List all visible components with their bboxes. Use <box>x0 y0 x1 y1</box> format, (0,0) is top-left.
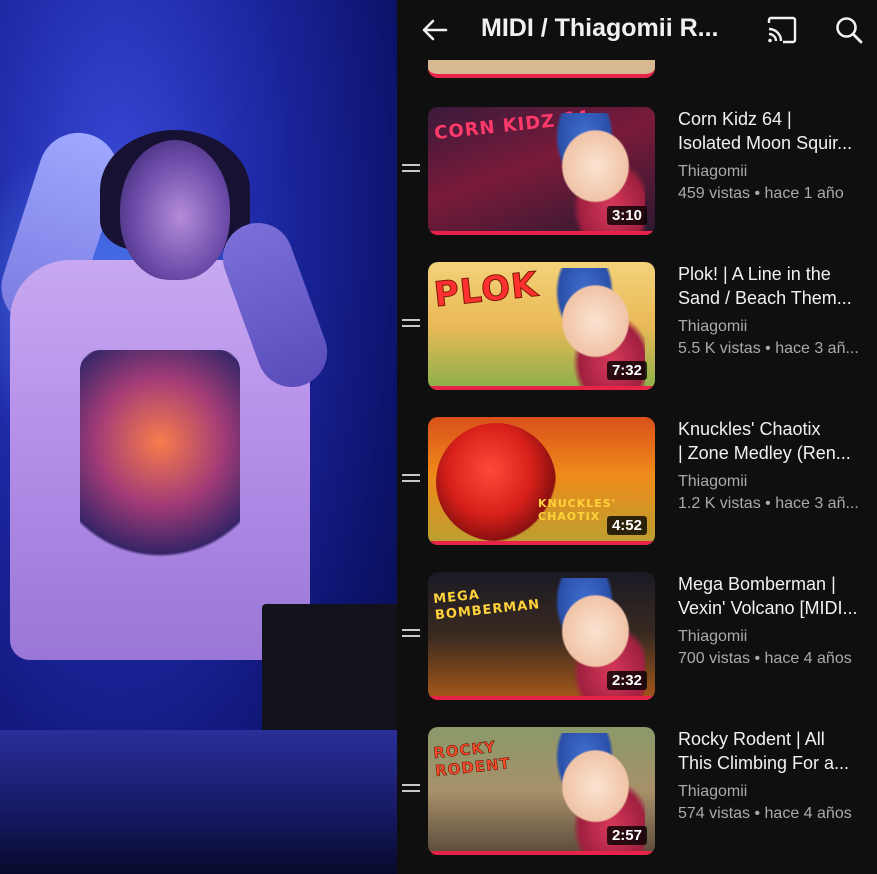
video-title-line1: Rocky Rodent | All <box>678 729 825 749</box>
playlist-panel: MIDI / Thiagomii R... CORN KIDZ 64 3:10 <box>397 0 877 874</box>
video-thumbnail[interactable]: CORN KIDZ 64 3:10 <box>428 107 655 235</box>
video-thumbnail[interactable]: KNUCKLES' CHAOTIX 4:52 <box>428 417 655 545</box>
thumbnail-character-knuckles <box>436 423 556 541</box>
channel-name: Thiagomii <box>678 628 748 645</box>
video-duration: 7:32 <box>606 361 647 380</box>
playlist-item[interactable]: KNUCKLES' CHAOTIX 4:52 Knuckles' Chaotix… <box>397 417 877 547</box>
channel-name: Thiagomii <box>678 783 748 800</box>
video-thumbnail[interactable]: MEGA BOMBERMAN 2:32 <box>428 572 655 700</box>
video-title[interactable]: Knuckles' Chaotix | Zone Medley (Ren... <box>678 417 873 465</box>
video-meta: 574 vistas • hace 4 años <box>678 805 852 822</box>
playlist-title: MIDI / Thiagomii R... <box>481 14 719 42</box>
video-title-line2: Isolated Moon Squir... <box>678 133 853 153</box>
performer-photo <box>0 0 397 874</box>
video-title-line2: | Zone Medley (Ren... <box>678 443 851 463</box>
progress-bar <box>428 541 655 545</box>
search-button[interactable] <box>831 12 867 48</box>
video-title-line1: Corn Kidz 64 | <box>678 109 792 129</box>
video-meta: 5.5 K vistas • hace 3 añ... <box>678 340 859 357</box>
video-title-line1: Knuckles' Chaotix <box>678 419 821 439</box>
video-title[interactable]: Corn Kidz 64 | Isolated Moon Squir... <box>678 107 873 155</box>
drag-handle-icon[interactable] <box>402 474 420 488</box>
drag-handle-icon[interactable] <box>402 784 420 798</box>
video-title[interactable]: Mega Bomberman | Vexin' Volcano [MIDI... <box>678 572 873 620</box>
playlist-item[interactable]: ROCKY RODENT 2:57 Rocky Rodent | All Thi… <box>397 727 877 857</box>
video-info: Plok! | A Line in the Sand / Beach Them.… <box>678 262 873 360</box>
playlist-item[interactable]: MEGA BOMBERMAN 2:32 Mega Bomberman | Vex… <box>397 572 877 702</box>
playlist-item[interactable]: CORN KIDZ 64 3:10 Corn Kidz 64 | Isolate… <box>397 107 877 237</box>
video-meta: 700 vistas • hace 4 años <box>678 650 852 667</box>
search-icon <box>836 17 863 44</box>
channel-name: Thiagomii <box>678 473 748 490</box>
video-title[interactable]: Plok! | A Line in the Sand / Beach Them.… <box>678 262 873 310</box>
video-thumbnail[interactable]: PLOK 7:32 <box>428 262 655 390</box>
channel-name: Thiagomii <box>678 163 748 180</box>
progress-bar <box>428 231 655 235</box>
video-duration: 3:10 <box>606 206 647 225</box>
drag-handle-icon[interactable] <box>402 629 420 643</box>
video-title-line1: Plok! | A Line in the <box>678 264 831 284</box>
drag-handle-icon[interactable] <box>402 319 420 333</box>
video-meta: 1.2 K vistas • hace 3 añ... <box>678 495 859 512</box>
video-meta: 459 vistas • hace 1 año <box>678 185 844 202</box>
playlist-item[interactable]: PLOK 7:32 Plok! | A Line in the Sand / B… <box>397 262 877 392</box>
top-app-bar: MIDI / Thiagomii R... <box>397 0 877 60</box>
video-info: Rocky Rodent | All This Climbing For a..… <box>678 727 873 825</box>
back-button[interactable] <box>417 12 453 48</box>
video-info: Corn Kidz 64 | Isolated Moon Squir... Th… <box>678 107 873 205</box>
video-title-line2: Vexin' Volcano [MIDI... <box>678 598 858 618</box>
video-info: Mega Bomberman | Vexin' Volcano [MIDI...… <box>678 572 873 670</box>
video-title-line1: Mega Bomberman | <box>678 574 836 594</box>
video-duration: 4:52 <box>606 516 647 535</box>
arrow-left-icon <box>422 19 448 41</box>
video-title[interactable]: Rocky Rodent | All This Climbing For a..… <box>678 727 873 775</box>
cast-icon <box>767 16 797 44</box>
video-title-line2: Sand / Beach Them... <box>678 288 852 308</box>
video-duration: 2:57 <box>606 826 647 845</box>
video-thumbnail[interactable]: ROCKY RODENT 2:57 <box>428 727 655 855</box>
dj-table <box>0 730 397 874</box>
progress-bar <box>428 696 655 700</box>
thumbnail-logo: PLOK <box>432 264 541 316</box>
video-duration: 2:32 <box>606 671 647 690</box>
progress-bar <box>428 851 655 855</box>
thumbnail-logo: ROCKY RODENT <box>432 737 512 781</box>
drag-handle-icon[interactable] <box>402 164 420 178</box>
progress-bar <box>428 386 655 390</box>
performer-head <box>120 140 230 280</box>
channel-name: Thiagomii <box>678 318 748 335</box>
video-title-line2: This Climbing For a... <box>678 753 850 773</box>
cast-button[interactable] <box>763 12 801 48</box>
video-info: Knuckles' Chaotix | Zone Medley (Ren... … <box>678 417 873 515</box>
shirt-graphic <box>80 350 240 580</box>
